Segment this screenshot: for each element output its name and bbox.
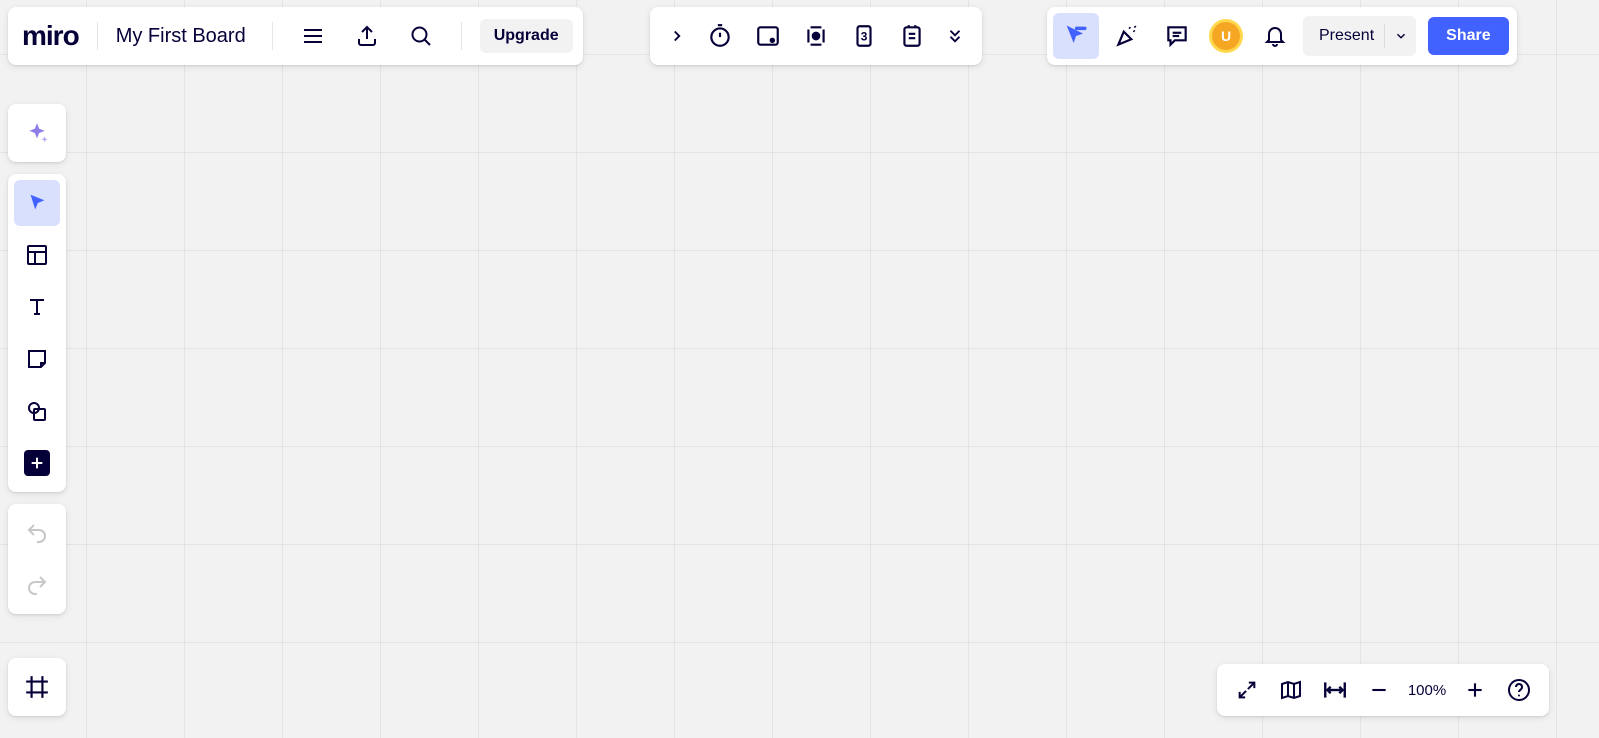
svg-text:3: 3 xyxy=(861,29,868,43)
fit-width-icon xyxy=(1322,677,1348,703)
shapes-icon xyxy=(25,399,49,423)
user-avatar[interactable]: U xyxy=(1209,19,1243,53)
ai-assist-button[interactable] xyxy=(14,110,60,156)
fit-button[interactable] xyxy=(1315,668,1355,712)
notes-button[interactable] xyxy=(890,14,934,58)
separator xyxy=(97,22,98,50)
comments-button[interactable] xyxy=(1155,14,1199,58)
voting-button[interactable] xyxy=(746,14,790,58)
tools-panel xyxy=(8,174,66,492)
main-menu-button[interactable] xyxy=(291,14,335,58)
voting-icon xyxy=(755,23,781,49)
confetti-icon xyxy=(1114,23,1140,49)
notifications-button[interactable] xyxy=(1253,14,1297,58)
comment-icon xyxy=(1164,23,1190,49)
separator xyxy=(461,22,462,50)
timer-icon xyxy=(707,23,733,49)
header-left-panel: miro My First Board Upgrade xyxy=(8,7,583,65)
miro-logo[interactable]: miro xyxy=(22,20,79,52)
text-tool[interactable] xyxy=(14,284,60,330)
sticky-note-tool[interactable] xyxy=(14,336,60,382)
plus-icon xyxy=(1465,680,1485,700)
header-center-panel: 3 xyxy=(650,7,982,65)
text-icon xyxy=(25,295,49,319)
separator xyxy=(272,22,273,50)
present-dropdown[interactable] xyxy=(1384,24,1408,48)
more-tools-button[interactable] xyxy=(14,440,60,486)
chevrons-down-icon xyxy=(946,27,964,45)
canvas-grid[interactable] xyxy=(0,0,1599,738)
collab-cursor-button[interactable] xyxy=(1053,13,1099,59)
ai-panel xyxy=(8,104,66,162)
present-label: Present xyxy=(1319,27,1374,45)
frame-icon xyxy=(24,674,50,700)
redo-button[interactable] xyxy=(14,562,60,608)
board-title[interactable]: My First Board xyxy=(116,25,254,48)
estimation-button[interactable]: 3 xyxy=(842,14,886,58)
templates-tool[interactable] xyxy=(14,232,60,278)
zoom-out-button[interactable] xyxy=(1359,668,1399,712)
search-button[interactable] xyxy=(399,14,443,58)
redo-icon xyxy=(25,573,49,597)
map-icon xyxy=(1279,678,1303,702)
help-button[interactable] xyxy=(1499,668,1539,712)
bell-icon xyxy=(1263,24,1287,48)
zoom-panel: 100% xyxy=(1217,664,1549,716)
sparkle-icon xyxy=(24,120,50,146)
talktrack-button[interactable] xyxy=(794,14,838,58)
left-toolbar-column xyxy=(8,104,66,614)
timer-button[interactable] xyxy=(698,14,742,58)
cursor-tag-icon xyxy=(1062,22,1090,50)
help-icon xyxy=(1507,678,1531,702)
frames-panel-container xyxy=(8,658,66,716)
undo-button[interactable] xyxy=(14,510,60,556)
chevron-down-icon xyxy=(1394,29,1408,43)
history-panel xyxy=(8,504,66,614)
upgrade-button[interactable]: Upgrade xyxy=(480,19,573,53)
plus-icon xyxy=(29,455,45,471)
present-button[interactable]: Present xyxy=(1303,16,1416,56)
minus-icon xyxy=(1369,680,1389,700)
template-icon xyxy=(25,243,49,267)
export-icon xyxy=(355,24,379,48)
sticky-note-icon xyxy=(25,347,49,371)
hamburger-icon xyxy=(301,24,325,48)
reactions-button[interactable] xyxy=(1105,14,1149,58)
estimation-icon: 3 xyxy=(851,23,877,49)
fullscreen-icon xyxy=(1236,679,1258,701)
chevron-right-icon xyxy=(668,27,686,45)
undo-icon xyxy=(25,521,49,545)
search-icon xyxy=(409,24,433,48)
cursor-icon xyxy=(26,192,48,214)
zoom-in-button[interactable] xyxy=(1455,668,1495,712)
select-tool[interactable] xyxy=(14,180,60,226)
header-right-panel: U Present Share xyxy=(1047,7,1517,65)
zoom-level[interactable]: 100% xyxy=(1403,682,1451,699)
fullscreen-button[interactable] xyxy=(1227,668,1267,712)
shapes-tool[interactable] xyxy=(14,388,60,434)
frames-panel xyxy=(8,658,66,716)
frames-button[interactable] xyxy=(14,664,60,710)
record-icon xyxy=(803,23,829,49)
export-button[interactable] xyxy=(345,14,389,58)
more-apps-button[interactable] xyxy=(938,14,972,58)
minimap-button[interactable] xyxy=(1271,668,1311,712)
collapse-apps-button[interactable] xyxy=(660,14,694,58)
share-button[interactable]: Share xyxy=(1428,17,1508,55)
notepad-icon xyxy=(899,23,925,49)
